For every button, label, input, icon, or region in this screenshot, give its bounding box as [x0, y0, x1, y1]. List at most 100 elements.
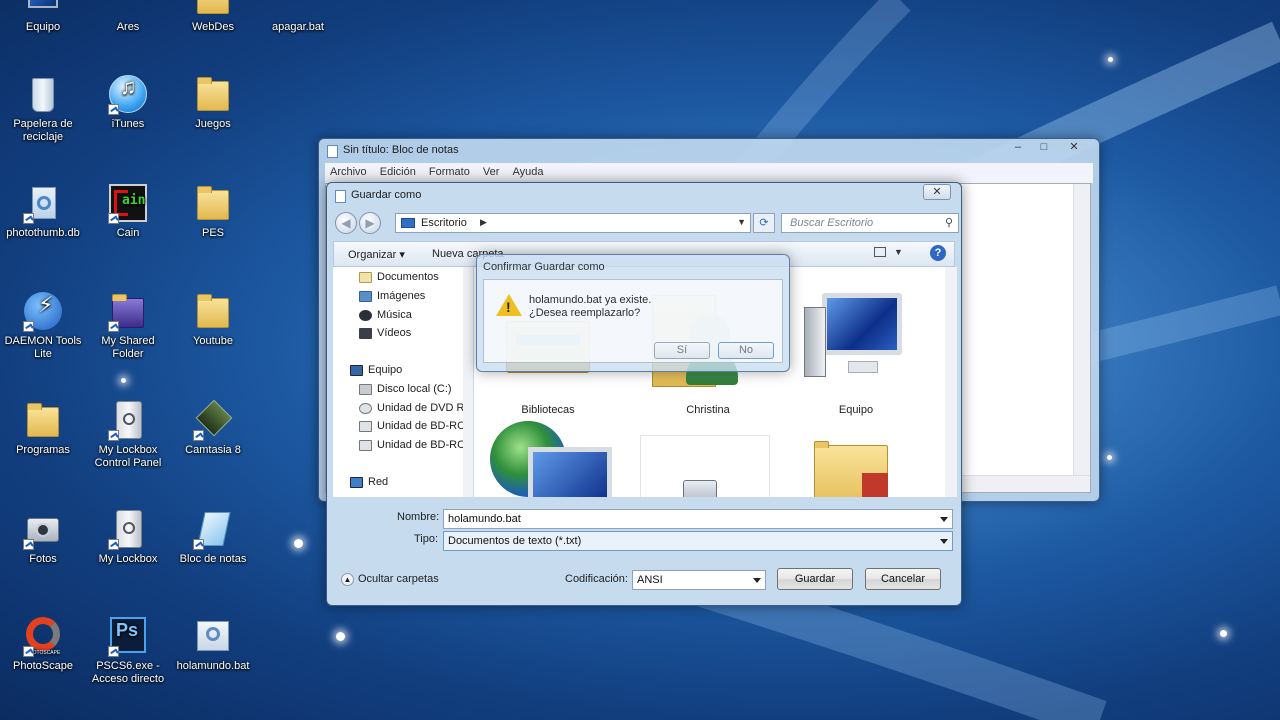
desktop-icon-juegos[interactable]: Juegos [170, 75, 256, 131]
view-options-icon[interactable] [874, 247, 886, 257]
desktop-icon-webdes[interactable]: WebDes [170, 0, 256, 34]
desktop-icon-label: WebDes [192, 21, 234, 33]
nav-item-red[interactable]: Red [350, 476, 388, 492]
minimize-button[interactable]: ‒ [1005, 139, 1031, 157]
nav-item-musica[interactable]: Música [359, 309, 412, 325]
daemon-tools-icon: ⚡ [23, 292, 63, 332]
desktop-icon-youtube[interactable]: Youtube [170, 292, 256, 348]
chevron-down-icon[interactable] [753, 578, 761, 583]
desktop-icon-recycle-bin[interactable]: Papelera de reciclaje [0, 75, 86, 144]
back-button[interactable]: ◀ [335, 212, 357, 234]
chevron-down-icon[interactable] [940, 517, 948, 522]
nav-item-imagenes[interactable]: Imágenes [359, 290, 425, 306]
filetype-select[interactable]: Documentos de texto (*.txt) [443, 531, 953, 551]
encoding-select[interactable]: ANSI [632, 570, 766, 590]
cancel-button[interactable]: Cancelar [865, 568, 941, 590]
view-dropdown-icon[interactable]: ▼ [894, 247, 903, 257]
desktop-icon-programas[interactable]: Programas [0, 401, 86, 457]
hard-drive-icon [359, 384, 372, 395]
refresh-button[interactable]: ⟳ [753, 213, 775, 233]
desktop-icon-label: iTunes [111, 118, 145, 130]
nav-item-documentos[interactable]: Documentos [359, 271, 439, 287]
desktop-icon-label: Cain [116, 227, 140, 239]
globe-monitor-icon [528, 447, 612, 497]
desktop-icon-label: PES [201, 227, 224, 239]
confirm-title: Confirmar Guardar como [483, 261, 605, 273]
save-button[interactable]: Guardar [777, 568, 853, 590]
shortcut-arrow-icon [23, 321, 34, 332]
save-as-dialog[interactable]: Guardar como ✕ ◀ ▶ Escritorio ▶ ▼ ⟳ Busc… [326, 182, 962, 606]
menu-archivo[interactable]: Archivo [325, 163, 372, 181]
confirm-save-dialog[interactable]: Confirmar Guardar como ! holamundo.bat y… [476, 254, 790, 372]
confirm-body: ! holamundo.bat ya existe. ¿Desea reempl… [483, 279, 783, 363]
camera-icon [23, 510, 63, 550]
menu-edicion[interactable]: Edición [375, 163, 421, 181]
chevron-down-icon[interactable] [940, 539, 948, 544]
desktop-icon-my-lockbox[interactable]: My Lockbox [85, 510, 171, 566]
desktop-icon-photothumb[interactable]: photothumb.db [0, 184, 86, 240]
star-decoration [121, 378, 126, 383]
tower-icon [804, 307, 826, 377]
nav-item-equipo[interactable]: Equipo [350, 364, 402, 380]
yes-button[interactable]: Sí [654, 342, 710, 359]
nav-item-dvd-drive[interactable]: Unidad de DVD R [359, 402, 464, 418]
encoding-label: Codificación: [565, 573, 628, 585]
desktop-icon-fotos[interactable]: Fotos [0, 510, 86, 566]
menu-ayuda[interactable]: Ayuda [508, 163, 549, 181]
organize-menu[interactable]: Organizar ▾ [348, 248, 405, 261]
search-input[interactable]: Buscar Escritorio ⚲ [781, 213, 959, 233]
breadcrumb-arrow-icon[interactable]: ▶ [480, 217, 487, 228]
desktop-icon-camtasia[interactable]: Camtasia 8 [170, 399, 256, 457]
desktop-icon-photoshop[interactable]: Ps PSCS6.exe - Acceso directo [85, 617, 171, 686]
nav-item-bd-drive-1[interactable]: Unidad de BD-RC [359, 420, 465, 436]
address-history-dropdown-icon[interactable]: ▼ [737, 217, 746, 227]
computer-item[interactable] [794, 277, 914, 397]
folder-item[interactable] [804, 437, 924, 497]
desktop-icon-bloc-de-notas[interactable]: Bloc de notas [170, 510, 256, 566]
shortcut-arrow-icon [108, 321, 119, 332]
desktop-icon-label: Camtasia 8 [185, 444, 241, 456]
nav-item-videos[interactable]: Vídeos [359, 327, 411, 343]
desktop-icon-daemon-tools[interactable]: ⚡ DAEMON Tools Lite [0, 292, 86, 361]
desktop-icon-label: My Lockbox [98, 553, 158, 565]
desktop-icon-equipo[interactable]: Equipo [0, 0, 86, 34]
nav-item-bd-drive-2[interactable]: Unidad de BD-RC [359, 439, 465, 455]
forward-button[interactable]: ▶ [359, 212, 381, 234]
desktop-icon-pes[interactable]: PES [170, 184, 256, 240]
no-button[interactable]: No [718, 342, 774, 359]
address-bar[interactable]: Escritorio ▶ ▼ [395, 213, 751, 233]
nav-pane-scrollbar[interactable] [463, 267, 473, 497]
desktop-icon-ares[interactable]: Ares [85, 0, 171, 34]
desktop-icon-label: My Lockbox Control Panel [94, 444, 162, 469]
filename-input[interactable]: holamundo.bat [443, 509, 953, 529]
nav-item-disco-local[interactable]: Disco local (C:) [359, 383, 452, 399]
desktop-icon-photoscape[interactable]: PHOTOSCAPE PhotoScape [0, 617, 86, 673]
desktop-icon-my-lockbox-control-panel[interactable]: My Lockbox Control Panel [85, 401, 171, 470]
menu-ver[interactable]: Ver [478, 163, 505, 181]
confirm-message-line1: holamundo.bat ya existe. [529, 294, 652, 306]
desktop-icon-label: Ares [116, 21, 140, 33]
desktop-icon-apagar-bat[interactable]: apagar.bat [255, 0, 341, 34]
file-list-scrollbar[interactable] [945, 267, 957, 497]
filetype-row: Tipo: Documentos de texto (*.txt) [333, 531, 955, 551]
close-button[interactable]: ✕ [1057, 139, 1091, 157]
vertical-scrollbar[interactable] [1073, 184, 1090, 475]
shortcut-arrow-icon [193, 539, 204, 550]
network-globe-item[interactable] [486, 417, 626, 497]
desktop-icon-label: Juegos [195, 118, 231, 130]
hide-folders-toggle[interactable]: ▲ Ocultar carpetas [341, 573, 439, 586]
photoshop-logo-text: Ps [116, 620, 139, 640]
desktop-icon-itunes[interactable]: ♫ iTunes [85, 75, 171, 131]
desktop-icon-holamundo-bat[interactable]: holamundo.bat [170, 617, 256, 673]
help-icon[interactable]: ? [930, 245, 946, 261]
shortcut-arrow-icon [108, 104, 119, 115]
desktop-icon-label: Bloc de notas [179, 553, 247, 565]
shared-folder-icon [108, 292, 148, 332]
close-button[interactable]: ✕ [923, 184, 951, 200]
camera-file-item[interactable] [640, 435, 770, 497]
maximize-button[interactable]: □ [1031, 139, 1057, 157]
dialog-app-icon [335, 190, 346, 203]
desktop-icon-my-shared-folder[interactable]: My Shared Folder [85, 292, 171, 361]
menu-formato[interactable]: Formato [424, 163, 475, 181]
desktop-icon-cain[interactable]: ain Cain [85, 184, 171, 240]
